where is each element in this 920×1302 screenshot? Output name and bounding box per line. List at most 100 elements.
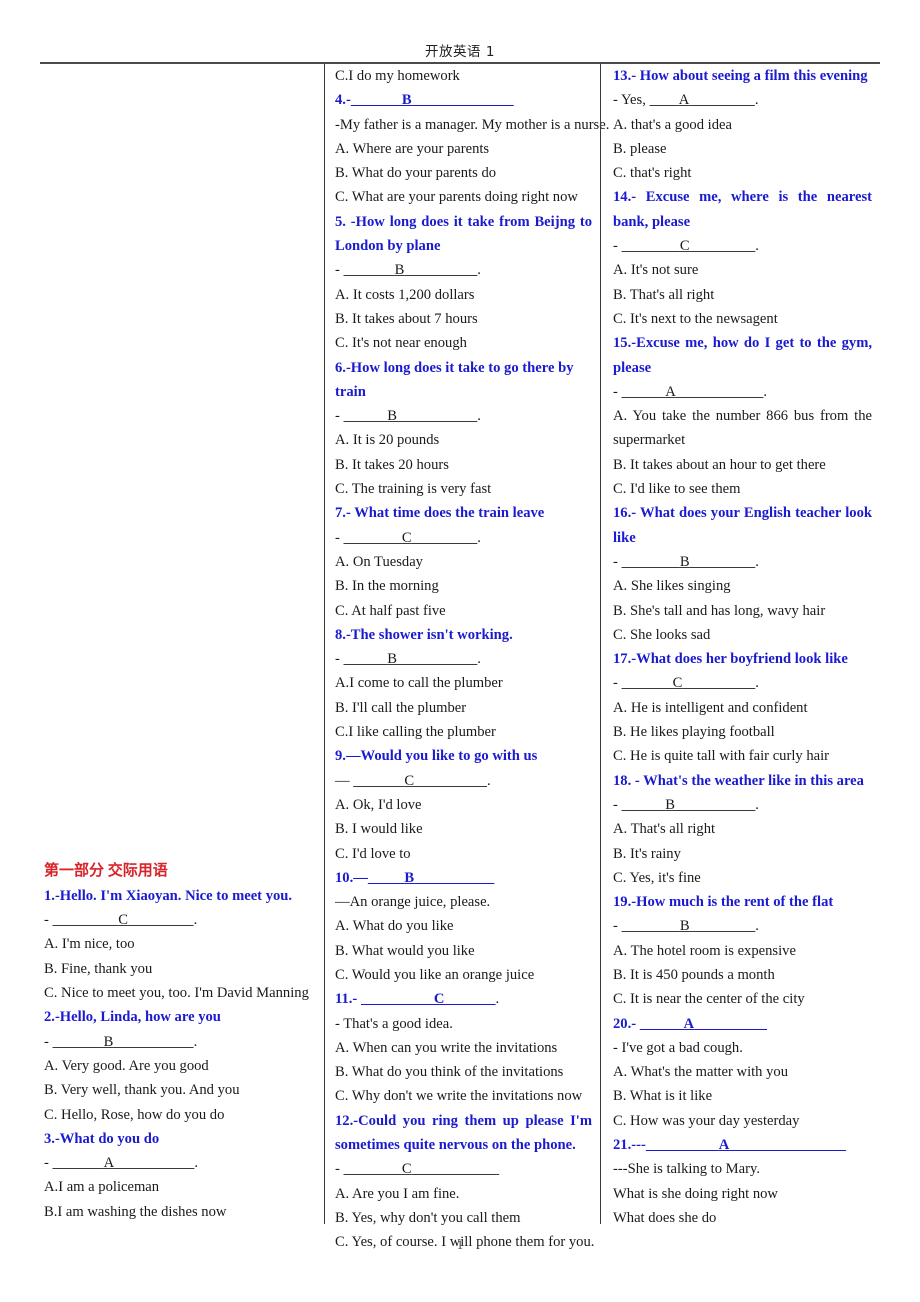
blank-pad-right: _________ xyxy=(690,918,756,934)
question-stem: 3.-What do you do xyxy=(44,1130,160,1147)
answer-option: B. In the morning xyxy=(335,578,439,595)
blank-prefix: - xyxy=(44,912,53,929)
right-column: 13.- How about seeing a film this evenin… xyxy=(600,64,880,1226)
blank-prefix: - xyxy=(335,408,344,425)
answer-option: B. He likes playing football xyxy=(613,724,775,741)
blank-prefix: 20.- xyxy=(613,1015,640,1032)
filled-answer-blank[interactable]: ______A__________ xyxy=(640,1016,767,1032)
answer-option: B. It takes about 7 hours xyxy=(335,310,478,327)
answer-option: C. Hello, Rose, how do you do xyxy=(44,1106,225,1123)
blank-pad-right: _________ xyxy=(689,92,755,108)
blank-prefix: - xyxy=(335,529,344,546)
answer-option: A. Where are your parents xyxy=(335,140,490,157)
filled-answer-blank[interactable]: __________A________________ xyxy=(646,1137,846,1153)
three-column-body: 第一部分 交际用语 1.-Hello. I'm Xiaoyan. Nice to… xyxy=(40,64,880,1250)
blank-pad-left: ______ xyxy=(344,651,388,667)
filled-answer-blank[interactable]: _______B______________ xyxy=(351,92,514,108)
answer-option: A. The hotel room is expensive xyxy=(613,942,796,959)
answer-blank-line: - _______A___________. xyxy=(44,1151,316,1175)
page-header: 开放英语 1 xyxy=(0,40,920,60)
filled-answer-blank[interactable]: ______B___________ xyxy=(344,408,478,424)
left-column-items: 1.-Hello. I'm Xiaoyan. Nice to meet you.… xyxy=(44,884,316,1224)
answer-letter: A xyxy=(665,383,676,400)
answer-option: C. She looks sad xyxy=(613,626,711,643)
answer-option: B. What do you think of the invitations xyxy=(335,1064,564,1081)
filled-answer-blank[interactable]: _______B___________ xyxy=(53,1034,194,1050)
answer-blank-line: 10.—_____B___________ xyxy=(335,866,592,890)
blank-pad-left: ______ xyxy=(344,408,388,424)
dialogue-reply: —An orange juice, please. xyxy=(335,894,491,911)
question-stem: 19.-How much is the rent of the flat xyxy=(613,894,834,911)
answer-letter: A xyxy=(718,1137,730,1154)
answer-letter: B xyxy=(679,553,690,570)
answer-letter: B xyxy=(401,92,412,109)
answer-option: B. Fine, thank you xyxy=(44,960,153,977)
blank-pad-left: __________ xyxy=(646,1137,719,1153)
filled-answer-blank[interactable]: ____A_________ xyxy=(650,92,755,108)
blank-pad-left: ____ xyxy=(650,92,679,108)
question-stem: 6.-How long does it take to go there by … xyxy=(335,359,574,400)
blank-pad-left: _____ xyxy=(368,870,404,886)
filled-answer-blank[interactable]: ______A____________ xyxy=(622,384,764,400)
answer-blank-line: 20.- ______A__________ xyxy=(613,1012,872,1036)
answer-letter: B xyxy=(404,869,415,886)
answer-blank-line: - ________C_________. xyxy=(335,526,592,550)
filled-answer-blank[interactable]: _______C__________ xyxy=(353,773,487,789)
filled-answer-blank[interactable]: ________B_________ xyxy=(622,554,756,570)
filled-answer-blank[interactable]: _________C_________ xyxy=(53,912,194,928)
blank-pad-left: ________ xyxy=(622,554,680,570)
blank-suffix: . xyxy=(477,408,481,425)
blank-pad-left: ________ xyxy=(344,530,402,546)
answer-option: A. That's all right xyxy=(613,821,716,838)
blank-pad-left: ______ xyxy=(640,1016,684,1032)
answer-blank-line: - ________B_________. xyxy=(613,914,872,938)
question-stem: 5. -How long does it take from Beijng to… xyxy=(335,213,592,255)
filled-answer-blank[interactable]: ________B_________ xyxy=(622,918,756,934)
filled-answer-blank[interactable]: __________C_______ xyxy=(361,991,496,1007)
answer-option: B. Very well, thank you. And you xyxy=(44,1082,240,1099)
filled-answer-blank[interactable]: ______B___________ xyxy=(622,797,756,813)
blank-pad-right: _________ xyxy=(690,238,756,254)
answer-option: A. Ok, I'd love xyxy=(335,796,422,813)
answer-blank-line: - ______B___________. xyxy=(335,647,592,671)
section-heading: 第一部分 交际用语 xyxy=(44,862,168,879)
blank-prefix: - xyxy=(613,675,622,692)
question-stem: 14.- Excuse me, where is the nearest ban… xyxy=(613,189,872,230)
blank-prefix: - xyxy=(613,238,622,255)
answer-letter: A xyxy=(103,1155,115,1172)
dialogue-reply: - I've got a bad cough. xyxy=(613,1039,743,1056)
blank-pad-right: __________ xyxy=(694,1016,767,1032)
filled-answer-blank[interactable]: _______C__________ xyxy=(622,675,756,691)
blank-pad-right: ____________ xyxy=(412,1161,500,1177)
blank-pad-left: ________ xyxy=(622,238,680,254)
answer-option: C. It is near the center of the city xyxy=(613,991,805,1008)
filled-answer-blank[interactable]: _______B__________ xyxy=(344,262,478,278)
answer-option: C. It's next to the newsagent xyxy=(613,310,778,327)
blank-suffix: . xyxy=(755,918,759,935)
answer-letter: B xyxy=(394,262,405,279)
blank-pad-left: __________ xyxy=(361,991,434,1007)
answer-blank-line: - ________B_________. xyxy=(613,550,872,574)
filled-answer-blank[interactable]: ________C____________ xyxy=(344,1161,500,1177)
filled-answer-blank[interactable]: ________C_________ xyxy=(622,238,756,254)
blank-pad-left: _______ xyxy=(53,1034,104,1050)
answer-letter: C xyxy=(679,238,690,255)
answer-option: C. It's not near enough xyxy=(335,335,467,352)
filled-answer-blank[interactable]: _____B___________ xyxy=(368,870,494,886)
filled-answer-blank[interactable]: _______A___________ xyxy=(53,1155,195,1171)
answer-letter: A xyxy=(683,1015,695,1032)
answer-letter: B xyxy=(387,651,398,668)
answer-blank-line: - ________C____________ xyxy=(335,1157,592,1181)
answer-option: A. I'm nice, too xyxy=(44,936,135,953)
blank-pad-right: _________ xyxy=(690,554,756,570)
filled-answer-blank[interactable]: ______B___________ xyxy=(344,651,478,667)
answer-option: A. Are you I am fine. xyxy=(335,1185,460,1202)
blank-suffix: . xyxy=(477,262,481,279)
blank-prefix: 4.- xyxy=(335,92,351,109)
filled-answer-blank[interactable]: ________C_________ xyxy=(344,530,478,546)
blank-prefix: - xyxy=(613,553,622,570)
blank-pad-right: ________________ xyxy=(729,1137,846,1153)
blank-pad-left: ________ xyxy=(622,918,680,934)
blank-suffix: . xyxy=(194,1155,199,1172)
answer-blank-line: - _______B__________. xyxy=(335,258,592,282)
